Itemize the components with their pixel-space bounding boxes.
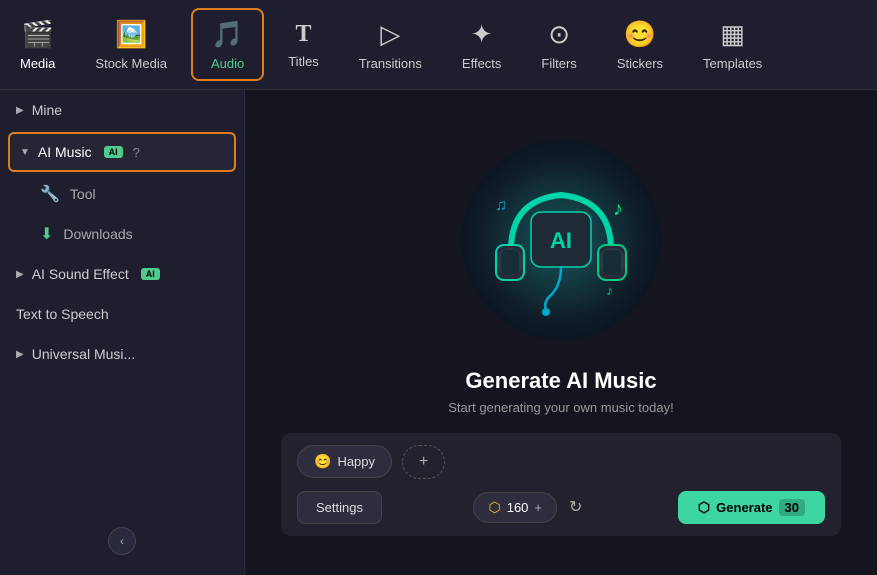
svg-text:♪: ♪	[613, 198, 623, 220]
toolbar-item-filters[interactable]: ⊙ Filters	[521, 0, 596, 89]
toolbar-label-templates: Templates	[703, 56, 762, 71]
sidebar-item-text-to-speech[interactable]: Text to Speech	[0, 294, 244, 334]
sidebar-collapse-button[interactable]: ‹	[108, 527, 136, 555]
collapse-icon: ‹	[120, 534, 124, 548]
generate-icon: ⬡	[698, 499, 710, 516]
ai-sound-effect-label: AI Sound Effect	[32, 266, 129, 282]
sidebar-bottom: ‹	[0, 527, 244, 555]
toolbar-label-stock: Stock Media	[95, 56, 167, 71]
generate-count: 30	[779, 499, 805, 516]
generate-subtitle: Start generating your own music today!	[448, 400, 673, 415]
svg-text:AI: AI	[550, 228, 572, 253]
bottom-panel: 😊 Happy + Settings ⬡ 160 +	[281, 433, 841, 536]
downloads-icon: ⬇	[40, 224, 53, 244]
content-area: AI ♪ ♫ ♪ Generate AI Music Start generat…	[245, 90, 877, 575]
sidebar-item-ai-music[interactable]: ▼ AI Music AI ?	[8, 132, 236, 172]
controls-row: Settings ⬡ 160 + ↻ ⬡ Generate 30	[297, 491, 825, 524]
effects-icon: ✦	[471, 19, 493, 50]
sidebar-section-ai-music: ▼ AI Music AI ? 🔧 Tool ⬇ Downloads	[0, 130, 244, 254]
titles-icon: T	[296, 21, 312, 48]
sidebar-section-tts: Text to Speech	[0, 294, 244, 334]
ai-music-subitems: 🔧 Tool ⬇ Downloads	[0, 174, 244, 254]
mood-row: 😊 Happy +	[297, 445, 825, 479]
svg-text:♫: ♫	[495, 197, 507, 214]
toolbar-label-stickers: Stickers	[617, 56, 663, 71]
templates-icon: ▦	[720, 19, 745, 50]
generate-label: Generate	[716, 500, 772, 515]
ai-music-label: AI Music	[38, 144, 92, 160]
mood-tag-happy[interactable]: 😊 Happy	[297, 445, 392, 478]
refresh-button[interactable]: ↻	[565, 493, 586, 521]
sidebar: ▶ Mine ▼ AI Music AI ? 🔧 Tool ⬇ Download…	[0, 90, 245, 575]
toolbar-item-effects[interactable]: ✦ Effects	[442, 0, 522, 89]
ai-sound-badge: AI	[141, 268, 160, 280]
add-mood-button[interactable]: +	[402, 445, 445, 479]
help-icon[interactable]: ?	[133, 145, 140, 160]
toolbar-label-titles: Titles	[288, 54, 319, 69]
generate-title: Generate AI Music	[465, 368, 656, 394]
main-area: ▶ Mine ▼ AI Music AI ? 🔧 Tool ⬇ Download…	[0, 90, 877, 575]
happy-icon: 😊	[314, 453, 331, 470]
settings-button[interactable]: Settings	[297, 491, 382, 524]
sidebar-section-ai-sound: ▶ AI Sound Effect AI	[0, 254, 244, 294]
settings-label: Settings	[316, 500, 363, 515]
tool-label: Tool	[70, 186, 96, 202]
add-mood-label: +	[419, 453, 428, 470]
sidebar-item-downloads[interactable]: ⬇ Downloads	[30, 214, 244, 254]
toolbar-item-transitions[interactable]: ▷ Transitions	[339, 0, 442, 89]
sidebar-section-mine: ▶ Mine	[0, 90, 244, 130]
mood-tag-label: Happy	[337, 454, 375, 469]
sidebar-item-tool[interactable]: 🔧 Tool	[30, 174, 244, 214]
credit-badge: ⬡ 160 +	[473, 492, 557, 523]
toolbar-label-effects: Effects	[462, 56, 502, 71]
toolbar-item-stock-media[interactable]: 🖼️ Stock Media	[75, 0, 187, 89]
refresh-icon: ↻	[569, 499, 582, 516]
sidebar-item-universal-music[interactable]: ▶ Universal Musi...	[0, 334, 244, 374]
credit-plus-button[interactable]: +	[534, 500, 542, 515]
stickers-icon: 😊	[624, 19, 656, 50]
ai-sound-arrow-icon: ▶	[16, 269, 24, 280]
toolbar-label-media: Media	[20, 56, 55, 71]
transitions-icon: ▷	[380, 19, 400, 50]
toolbar-item-templates[interactable]: ▦ Templates	[683, 0, 782, 89]
ai-illustration: AI ♪ ♫ ♪	[451, 130, 671, 350]
toolbar-item-titles[interactable]: T Titles	[268, 0, 339, 89]
tool-icon: 🔧	[40, 184, 60, 204]
universal-music-arrow-icon: ▶	[16, 349, 24, 360]
text-to-speech-label: Text to Speech	[16, 306, 109, 322]
credits-area: ⬡ 160 + ↻	[473, 492, 586, 523]
credits-value: 160	[507, 500, 529, 515]
universal-music-label: Universal Musi...	[32, 346, 135, 362]
sidebar-item-ai-sound-effect[interactable]: ▶ AI Sound Effect AI	[0, 254, 244, 294]
ai-badge: AI	[104, 146, 123, 158]
sidebar-item-mine[interactable]: ▶ Mine	[0, 90, 244, 130]
media-icon: 🎬	[22, 19, 54, 50]
toolbar-label-transitions: Transitions	[359, 56, 422, 71]
toolbar-item-audio[interactable]: 🎵 Audio	[191, 8, 264, 81]
toolbar-label-audio: Audio	[211, 56, 244, 71]
sidebar-section-universal: ▶ Universal Musi...	[0, 334, 244, 374]
ai-music-arrow-icon: ▼	[20, 147, 30, 158]
credit-icon: ⬡	[488, 499, 500, 516]
toolbar-item-media[interactable]: 🎬 Media	[0, 0, 75, 89]
toolbar-label-filters: Filters	[541, 56, 576, 71]
svg-text:♪: ♪	[606, 282, 613, 298]
audio-icon: 🎵	[211, 19, 243, 50]
mine-arrow-icon: ▶	[16, 105, 24, 116]
filters-icon: ⊙	[548, 19, 570, 50]
mine-label: Mine	[32, 102, 62, 118]
downloads-label: Downloads	[63, 226, 132, 242]
stock-media-icon: 🖼️	[115, 19, 147, 50]
toolbar-item-stickers[interactable]: 😊 Stickers	[597, 0, 683, 89]
generate-button[interactable]: ⬡ Generate 30	[678, 491, 825, 524]
toolbar: 🎬 Media 🖼️ Stock Media 🎵 Audio T Titles …	[0, 0, 877, 90]
